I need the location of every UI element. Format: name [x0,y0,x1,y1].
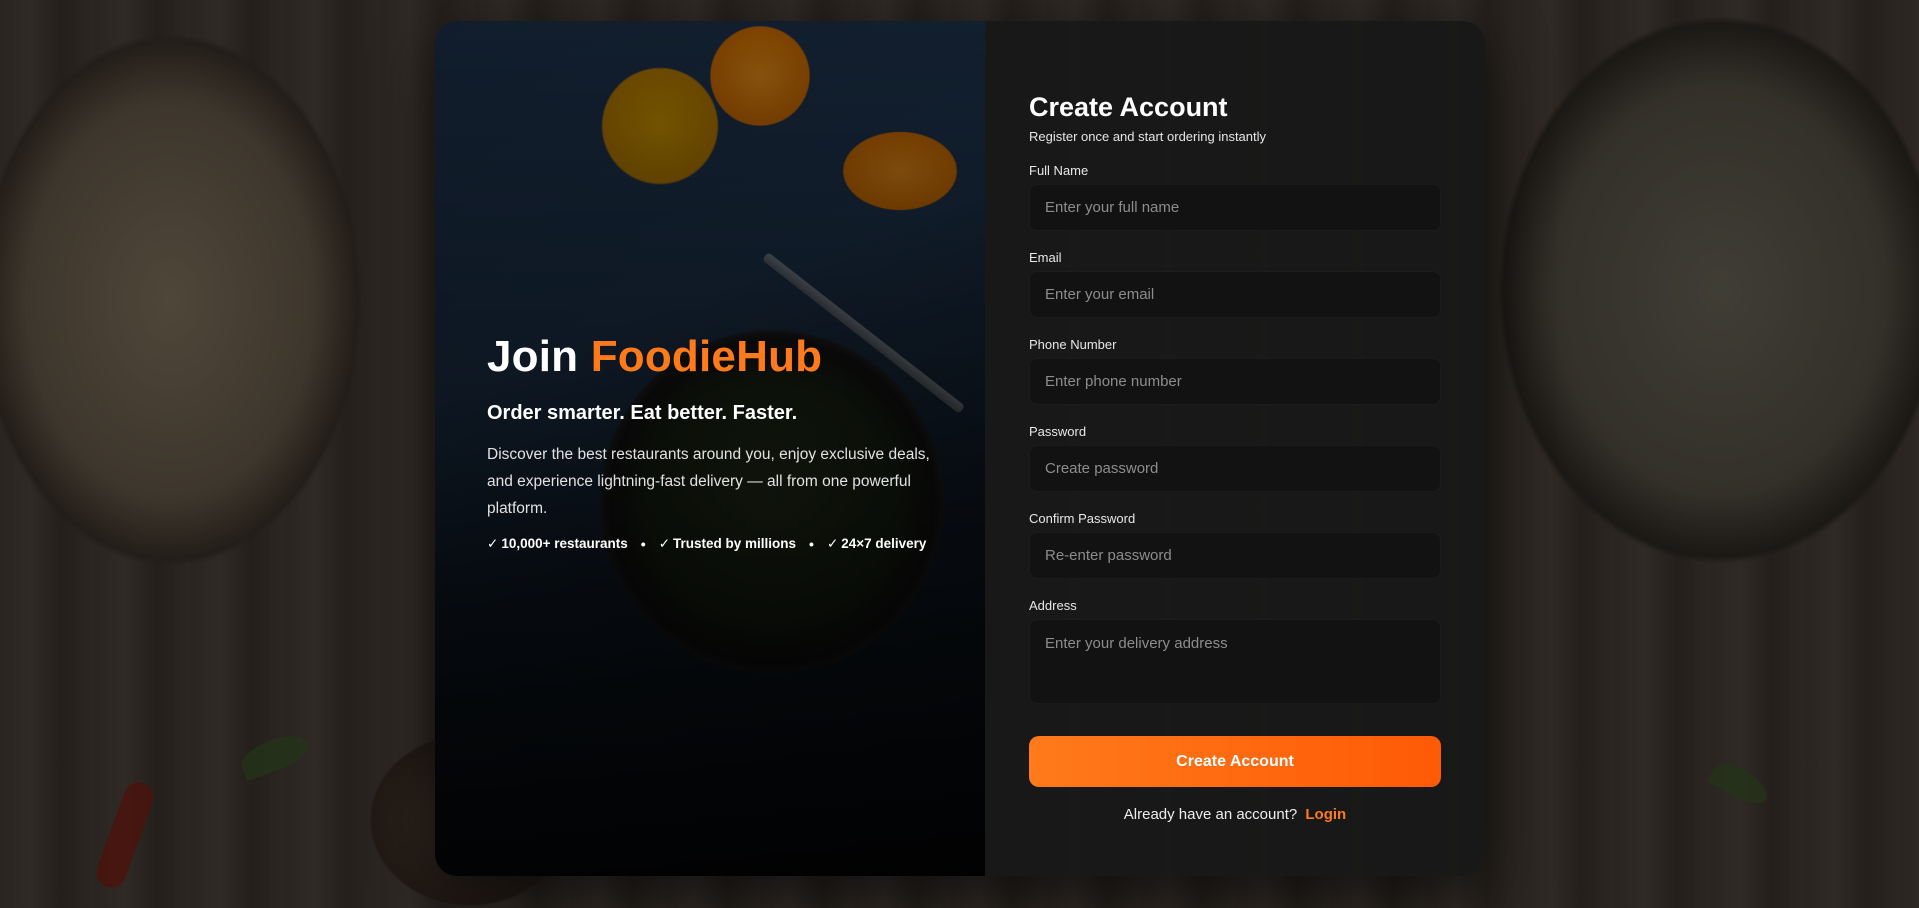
feature-list: ✓ 10,000+ restaurants • ✓ Trusted by mil… [487,536,937,552]
password-input[interactable] [1029,445,1441,492]
phone-label: Phone Number [1029,337,1117,352]
full-name-input[interactable] [1029,184,1441,231]
promo-subtitle: Order smarter. Eat better. Faster. [487,401,798,424]
login-prompt-text: Already have an account? [1123,806,1298,823]
address-field-group: Address [1029,598,1441,704]
full-name-field-group: Full Name [1029,163,1441,231]
promo-title-prefix: Join [487,332,579,381]
phone-input[interactable] [1029,358,1441,405]
check-icon: ✓ [487,535,499,551]
password-field-group: Password [1029,424,1441,492]
full-name-label: Full Name [1029,163,1089,178]
feature-separator: • [809,535,814,552]
address-textarea[interactable] [1029,619,1441,704]
feature-item: ✓ 24×7 delivery [827,536,927,552]
promo-content: Join FoodieHub Order smarter. Eat better… [487,331,937,552]
phone-field-group: Phone Number [1029,337,1441,405]
create-account-button[interactable]: Create Account [1029,736,1441,787]
email-input[interactable] [1029,271,1441,318]
brand-name: FoodieHub [590,332,823,381]
confirm-password-input[interactable] [1029,532,1441,579]
signup-form-panel: Create Account Register once and start o… [985,21,1485,876]
login-prompt-line: Already have an account? Login [1029,806,1441,823]
feature-separator: • [640,535,646,552]
promo-title: Join FoodieHub [487,331,937,384]
password-label: Password [1029,424,1087,439]
address-label: Address [1029,598,1077,613]
feature-label: 10,000+ restaurants [501,536,628,552]
email-field-group: Email [1029,250,1441,318]
email-label: Email [1029,250,1062,265]
confirm-password-label: Confirm Password [1029,511,1136,526]
form-title: Create Account [1029,92,1228,122]
feature-label: Trusted by millions [673,536,797,552]
confirm-password-field-group: Confirm Password [1029,511,1441,579]
feature-item: ✓ Trusted by millions [659,536,796,552]
check-icon: ✓ [658,535,670,551]
promo-panel: Join FoodieHub Order smarter. Eat better… [435,21,985,876]
promo-description: Discover the best restaurants around you… [487,445,930,517]
check-icon: ✓ [826,535,839,551]
signup-card: Join FoodieHub Order smarter. Eat better… [435,21,1485,876]
form-subtitle: Register once and start ordering instant… [1029,129,1267,144]
login-link[interactable]: Login [1305,806,1346,823]
feature-item: ✓ 10,000+ restaurants [487,536,628,552]
feature-label: 24×7 delivery [841,536,927,552]
